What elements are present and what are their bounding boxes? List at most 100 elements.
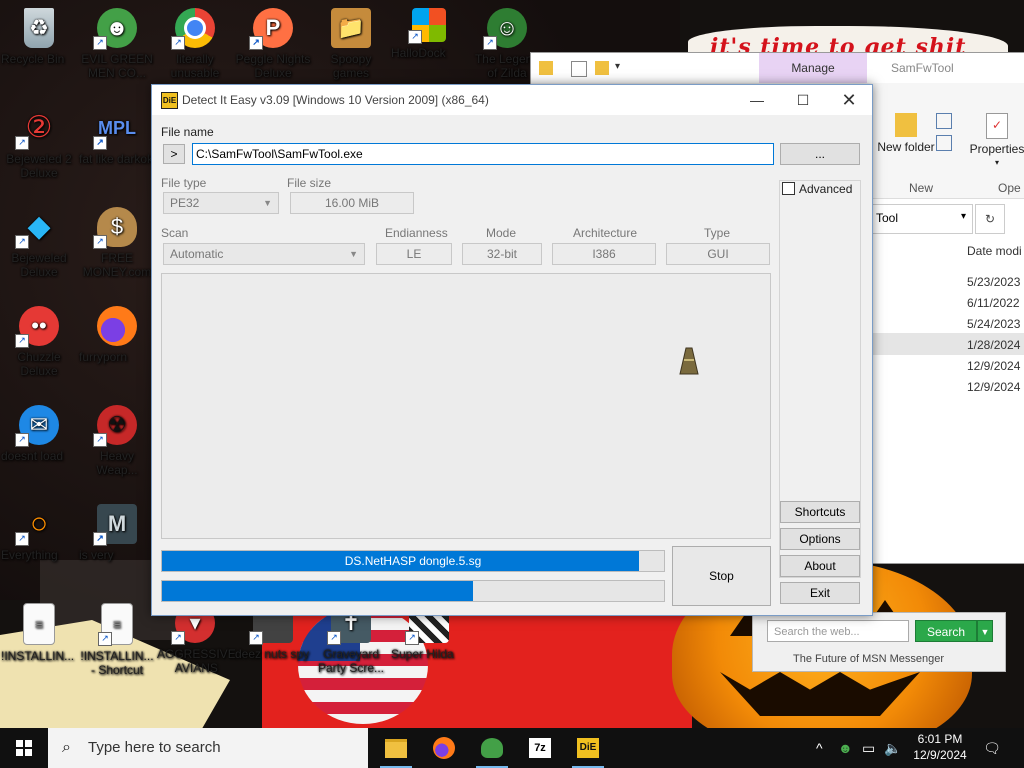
desktop-icon-label: Peggle Nights Deluxe bbox=[235, 52, 311, 80]
notification-center-button[interactable]: 🗨 bbox=[980, 728, 1004, 768]
customize-arrow-icon[interactable]: ▾ bbox=[615, 61, 629, 75]
file-type-select[interactable]: PE32 ▼ bbox=[163, 192, 279, 214]
chrome-icon: ↗ bbox=[171, 8, 215, 50]
stop-button[interactable]: Stop bbox=[672, 546, 771, 606]
shortcut-arrow-icon: ↗ bbox=[93, 136, 107, 150]
chevron-down-icon: ▼ bbox=[263, 198, 272, 208]
scan-mode-select[interactable]: Automatic ▼ bbox=[163, 243, 365, 265]
desktop-icon-chuzzle[interactable]: ↗ •• Chuzzle Deluxe bbox=[1, 306, 77, 378]
desktop-icon-furryporn[interactable]: furryporn bbox=[79, 306, 155, 364]
desktop-icon-spoopy-games[interactable]: 📁 Spoopy games bbox=[313, 8, 389, 80]
properties-check-icon[interactable] bbox=[571, 61, 587, 77]
desktop-icon-label: Chuzzle Deluxe bbox=[17, 350, 61, 378]
options-button[interactable]: Options bbox=[780, 528, 860, 550]
desktop-icon-peggle[interactable]: ↗ P Peggle Nights Deluxe bbox=[235, 8, 311, 80]
desktop-icon-recycle-bin[interactable]: ♻ Recycle Bin bbox=[1, 8, 77, 66]
taskbar-search-placeholder: Type here to search bbox=[88, 739, 221, 756]
desktop-icon-label: Bejeweled 2 Deluxe bbox=[6, 152, 72, 180]
column-header-date-modified[interactable]: Date modi bbox=[967, 244, 1022, 258]
easy-access-icon bbox=[936, 135, 952, 151]
minimize-button[interactable]: — bbox=[734, 85, 780, 115]
address-bar[interactable]: Tool ▾ bbox=[871, 204, 973, 234]
desktop-icon-installing[interactable]: ≡ !INSTALLIN... bbox=[1, 603, 77, 663]
taskbar-clock[interactable]: 6:01 PM 12/9/2024 bbox=[904, 731, 976, 763]
type-value: GUI bbox=[666, 243, 770, 265]
properties-button[interactable]: ✓ Properties ▾ bbox=[965, 113, 1024, 169]
desktop-icon-chrome[interactable]: ↗ literally unusable bbox=[157, 8, 233, 80]
file-size-value: 16.00 MiB bbox=[290, 192, 414, 214]
new-folder-icon[interactable] bbox=[595, 61, 609, 75]
properties-icon: ✓ bbox=[986, 113, 1008, 139]
zilda-icon: ↗ ☺ bbox=[483, 8, 527, 50]
msn-search-dropdown[interactable]: ▼ bbox=[977, 620, 993, 642]
mpl-logo-icon: ↗ MPL bbox=[93, 108, 137, 150]
start-button[interactable] bbox=[0, 728, 48, 768]
scan-results-area bbox=[161, 273, 771, 539]
desktop-icon-is-very[interactable]: ↗ M is very bbox=[79, 504, 155, 562]
ribbon-group-new: New bbox=[909, 181, 934, 195]
shortcut-arrow-icon: ↗ bbox=[15, 334, 29, 348]
shortcut-arrow-icon: ↗ bbox=[171, 36, 185, 50]
file-date[interactable]: 12/9/2024 bbox=[967, 380, 1020, 394]
clock-date: 12/9/2024 bbox=[913, 748, 967, 762]
taskbar-app-7zip[interactable]: 7z bbox=[516, 728, 564, 768]
file-date[interactable]: 12/9/2024 bbox=[967, 359, 1020, 373]
msn-search-button[interactable]: Search bbox=[915, 620, 977, 642]
open-file-arrow-button[interactable]: > bbox=[163, 144, 185, 164]
architecture-label: Architecture bbox=[573, 226, 638, 240]
file-path-input[interactable]: C:\SamFwTool\SamFwTool.exe bbox=[192, 143, 774, 165]
mode-value: 32-bit bbox=[462, 243, 542, 265]
shortcut-arrow-icon: ↗ bbox=[15, 433, 29, 447]
desktop-icon-fat-like-darkok[interactable]: ↗ MPL fat like darkok bbox=[79, 108, 155, 166]
show-hidden-icons-button[interactable]: ^ bbox=[816, 728, 823, 768]
desktop-icon-heavy-weapon[interactable]: ↗ ☢ Heavy Weap... bbox=[79, 405, 155, 477]
green-men-icon: ↗ ☻ bbox=[93, 8, 137, 50]
windows-logo-icon bbox=[16, 740, 32, 756]
desktop-icon-evil-green-men[interactable]: ↗ ☻ EVIL GREEN MEN CO... bbox=[79, 8, 155, 80]
detect-it-easy-icon: DiE bbox=[577, 738, 599, 758]
desktop-icon-everything[interactable]: ↗ ○ Everything bbox=[1, 504, 77, 563]
desktop-icon-label: Everything bbox=[1, 548, 58, 562]
taskbar-app-file-explorer[interactable] bbox=[372, 728, 420, 768]
desktop-icon-bejeweled[interactable]: ↗ ◆ Bejeweled Deluxe bbox=[1, 207, 77, 280]
desktop-icon-free-money[interactable]: ↗ $ FREE MONEY.com bbox=[79, 207, 155, 279]
shortcuts-button[interactable]: Shortcuts bbox=[780, 501, 860, 523]
desktop-icon-legend-of-zilda[interactable]: ↗ ☺ The Legend of Zilda bbox=[469, 8, 545, 80]
new-item-button[interactable] bbox=[929, 111, 959, 157]
file-date[interactable]: 1/28/2024 bbox=[967, 338, 1020, 352]
desktop-icon-label: Recycle Bin bbox=[1, 52, 65, 66]
file-date[interactable]: 5/23/2023 bbox=[967, 275, 1020, 289]
maximize-button[interactable]: ☐ bbox=[780, 85, 826, 115]
endianness-value: LE bbox=[376, 243, 452, 265]
new-folder-icon bbox=[895, 113, 917, 137]
desktop-icon-doesnt-load[interactable]: ↗ ✉ doesnt load bbox=[1, 405, 77, 463]
new-item-icon bbox=[936, 113, 952, 129]
desktop-icon-label: furryporn bbox=[79, 350, 128, 364]
search-icon: ⌕ bbox=[62, 739, 71, 756]
shortcut-arrow-icon: ↗ bbox=[405, 631, 419, 645]
close-button[interactable]: ✕ bbox=[826, 85, 872, 115]
msn-tray-icon[interactable]: ☻ bbox=[838, 728, 853, 768]
chevron-down-icon[interactable]: ▾ bbox=[961, 211, 966, 222]
desktop-icon-label: FREE MONEY.com bbox=[82, 251, 152, 279]
taskbar-app-msn-messenger[interactable] bbox=[468, 728, 516, 768]
properties-label: Properties bbox=[969, 142, 1024, 156]
file-date[interactable]: 6/11/2022 bbox=[967, 296, 1020, 310]
desktop-icon-hallodock[interactable]: ↗ HalloDock bbox=[391, 8, 467, 60]
network-icon[interactable]: ▭ bbox=[862, 728, 875, 768]
file-date[interactable]: 5/24/2023 bbox=[967, 317, 1020, 331]
browse-button[interactable]: ... bbox=[780, 143, 860, 165]
taskbar-search-box[interactable]: ⌕ Type here to search bbox=[48, 728, 368, 768]
advanced-label[interactable]: Advanced bbox=[799, 182, 852, 196]
exit-button[interactable]: Exit bbox=[780, 582, 860, 604]
msn-search-input[interactable]: Search the web... bbox=[767, 620, 909, 642]
taskbar-app-firefox[interactable] bbox=[420, 728, 468, 768]
refresh-button[interactable]: ↻ bbox=[975, 204, 1005, 234]
about-button[interactable]: About bbox=[780, 555, 860, 577]
desktop-icon-bejeweled-2[interactable]: ↗ ② Bejeweled 2 Deluxe bbox=[1, 108, 77, 181]
taskbar-app-detect-it-easy[interactable]: DiE bbox=[564, 728, 612, 768]
advanced-checkbox[interactable] bbox=[782, 182, 795, 195]
desktop-icon-installing-shortcut[interactable]: ↗ ≡ !INSTALLIN... - Shortcut bbox=[79, 603, 155, 677]
tab-manage[interactable]: Manage bbox=[759, 53, 867, 83]
volume-icon[interactable]: 🔈 bbox=[884, 728, 901, 768]
